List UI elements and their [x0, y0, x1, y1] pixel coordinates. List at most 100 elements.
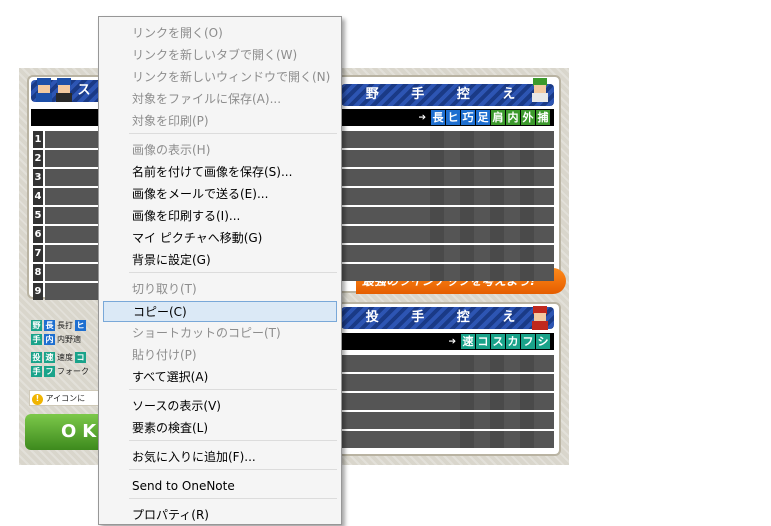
- legend-ko-tag: コ: [75, 352, 86, 363]
- legend-nai-text: 内野適: [57, 335, 81, 344]
- player-sprite-icon: [532, 78, 548, 102]
- reserve-slot[interactable]: [341, 412, 554, 429]
- context-menu-item[interactable]: すべて選択(A): [103, 367, 337, 388]
- batting-order-number: 2: [33, 150, 43, 167]
- stat-abbr-tag: ス: [491, 334, 505, 349]
- batting-order-number: 7: [33, 245, 43, 262]
- reserve-slot[interactable]: [341, 431, 554, 448]
- pitcher-reserve-banner: 投 手 控 え: [341, 307, 554, 329]
- context-menu-item[interactable]: コピー(C): [103, 301, 337, 322]
- context-menu-item[interactable]: 名前を付けて画像を保存(S)...: [103, 162, 337, 183]
- legend-fu-text: フォーク: [57, 367, 89, 376]
- legend-soku-text: 速度: [57, 353, 73, 362]
- menu-separator: [129, 272, 337, 273]
- batting-order-number: 1: [33, 131, 43, 148]
- reserve-slot[interactable]: [341, 374, 554, 391]
- stat-abbr-tag: ヒ: [446, 110, 460, 125]
- menu-separator: [129, 389, 337, 390]
- context-menu-item[interactable]: 貼り付け(P): [103, 345, 337, 366]
- fielder-stat-abbrs: ➔ 長ヒ巧足肩内外捕: [418, 110, 550, 125]
- stat-abbr-tag: 捕: [536, 110, 550, 125]
- batting-order-number: 6: [33, 226, 43, 243]
- batting-order-number: 9: [33, 283, 43, 300]
- pitcher-stat-header: ➔ 速コスカフシ: [341, 333, 554, 350]
- context-menu-item[interactable]: マイ ピクチャへ移動(G): [103, 228, 337, 249]
- reserve-slot[interactable]: [341, 169, 554, 186]
- stat-abbr-tag: 巧: [461, 110, 475, 125]
- menu-separator: [129, 440, 337, 441]
- context-menu-item[interactable]: プロパティ(R): [103, 505, 337, 526]
- context-menu-item[interactable]: Send to OneNote: [103, 476, 337, 497]
- stat-abbr-tag: 肩: [491, 110, 505, 125]
- fielder-reserve-banner: 野 手 控 え: [341, 84, 554, 106]
- reserve-slot[interactable]: [341, 150, 554, 167]
- legend-pitcher-tag: 投: [31, 352, 42, 363]
- reserve-slot[interactable]: [341, 245, 554, 262]
- context-menu-item[interactable]: ソースの表示(V): [103, 396, 337, 417]
- legend-hi-tag: ヒ: [75, 320, 86, 331]
- context-menu-item[interactable]: 画像の表示(H): [103, 140, 337, 161]
- icon-notice: ! アイコンに: [29, 390, 103, 406]
- stat-abbr-tag: 長: [431, 110, 445, 125]
- context-menu-item[interactable]: 要素の検査(L): [103, 418, 337, 439]
- context-menu: リンクを開く(O) リンクを新しいタブで開く(W) リンクを新しいウィンドウで開く(…: [98, 16, 342, 525]
- fielder-legend: 野 長 長打 ヒ: [31, 320, 86, 331]
- stat-abbr-tag: 速: [461, 334, 475, 349]
- menu-separator: [129, 133, 337, 134]
- reserve-slot[interactable]: [341, 226, 554, 243]
- player-sprite-icon: [56, 78, 72, 102]
- pitcher-legend-row2: 手 フ フォーク: [31, 366, 89, 377]
- fielder-reserve-title: 野 手 控 え: [365, 87, 530, 102]
- stat-abbr-tag: 内: [506, 110, 520, 125]
- context-menu-item[interactable]: リンクを開く(O): [103, 23, 337, 44]
- menu-separator: [129, 498, 337, 499]
- reserve-slot[interactable]: [341, 188, 554, 205]
- player-sprite-icon: [36, 78, 52, 102]
- context-menu-item[interactable]: 対象を印刷(P): [103, 111, 337, 132]
- pitcher-stat-abbrs: ➔ 速コスカフシ: [448, 334, 550, 349]
- reserve-slot[interactable]: [341, 393, 554, 410]
- legend-cho-tag: 長: [44, 320, 55, 331]
- legend-cho-text: 長打: [57, 321, 73, 330]
- exclamation-icon: !: [32, 394, 43, 405]
- pitcher-reserve-title: 投 手 控 え: [365, 310, 530, 325]
- context-menu-item[interactable]: 切り取り(T): [103, 279, 337, 300]
- context-menu-item[interactable]: 対象をファイルに保存(A)...: [103, 89, 337, 110]
- batting-order-number: 8: [33, 264, 43, 281]
- fielder-legend-row2: 手 内 内野適: [31, 334, 81, 345]
- reserve-slot[interactable]: [341, 131, 554, 148]
- stat-abbr-tag: 外: [521, 110, 535, 125]
- batting-order-number: 5: [33, 207, 43, 224]
- fielder-stat-header: ➔ 長ヒ巧足肩内外捕: [341, 109, 554, 126]
- player-sprite-icon: [532, 306, 548, 330]
- legend-fielder-tag: 野: [31, 320, 42, 331]
- batting-order-number: 4: [33, 188, 43, 205]
- pitcher-legend: 投 速 速度 コ: [31, 352, 86, 363]
- reserve-slot[interactable]: [341, 264, 554, 281]
- menu-separator: [129, 469, 337, 470]
- arrow-right-icon: ➔: [418, 112, 426, 123]
- stat-abbr-tag: フ: [521, 334, 535, 349]
- context-menu-item[interactable]: 画像を印刷する(I)...: [103, 206, 337, 227]
- reserve-slot[interactable]: [341, 355, 554, 372]
- context-menu-item[interactable]: リンクを新しいウィンドウで開く(N): [103, 67, 337, 88]
- legend-nai-tag: 内: [44, 334, 55, 345]
- notice-text: アイコンに: [45, 394, 86, 403]
- context-menu-item[interactable]: ショートカットのコピー(T): [103, 323, 337, 344]
- context-menu-item[interactable]: リンクを新しいタブで開く(W): [103, 45, 337, 66]
- context-menu-item[interactable]: 画像をメールで送る(E)...: [103, 184, 337, 205]
- context-menu-item[interactable]: お気に入りに追加(F)...: [103, 447, 337, 468]
- stat-abbr-tag: カ: [506, 334, 520, 349]
- reserve-slot[interactable]: [341, 207, 554, 224]
- context-menu-item[interactable]: 背景に設定(G): [103, 250, 337, 271]
- stat-abbr-tag: コ: [476, 334, 490, 349]
- arrow-right-icon: ➔: [448, 336, 456, 347]
- batting-order-number: 3: [33, 169, 43, 186]
- stat-abbr-tag: シ: [536, 334, 550, 349]
- legend-soku-tag: 速: [44, 352, 55, 363]
- stat-abbr-tag: 足: [476, 110, 490, 125]
- ok-button[interactable]: OK: [25, 414, 105, 450]
- legend-pitcher-tag2: 手: [31, 366, 42, 377]
- legend-fu-tag: フ: [44, 366, 55, 377]
- legend-fielder-tag2: 手: [31, 334, 42, 345]
